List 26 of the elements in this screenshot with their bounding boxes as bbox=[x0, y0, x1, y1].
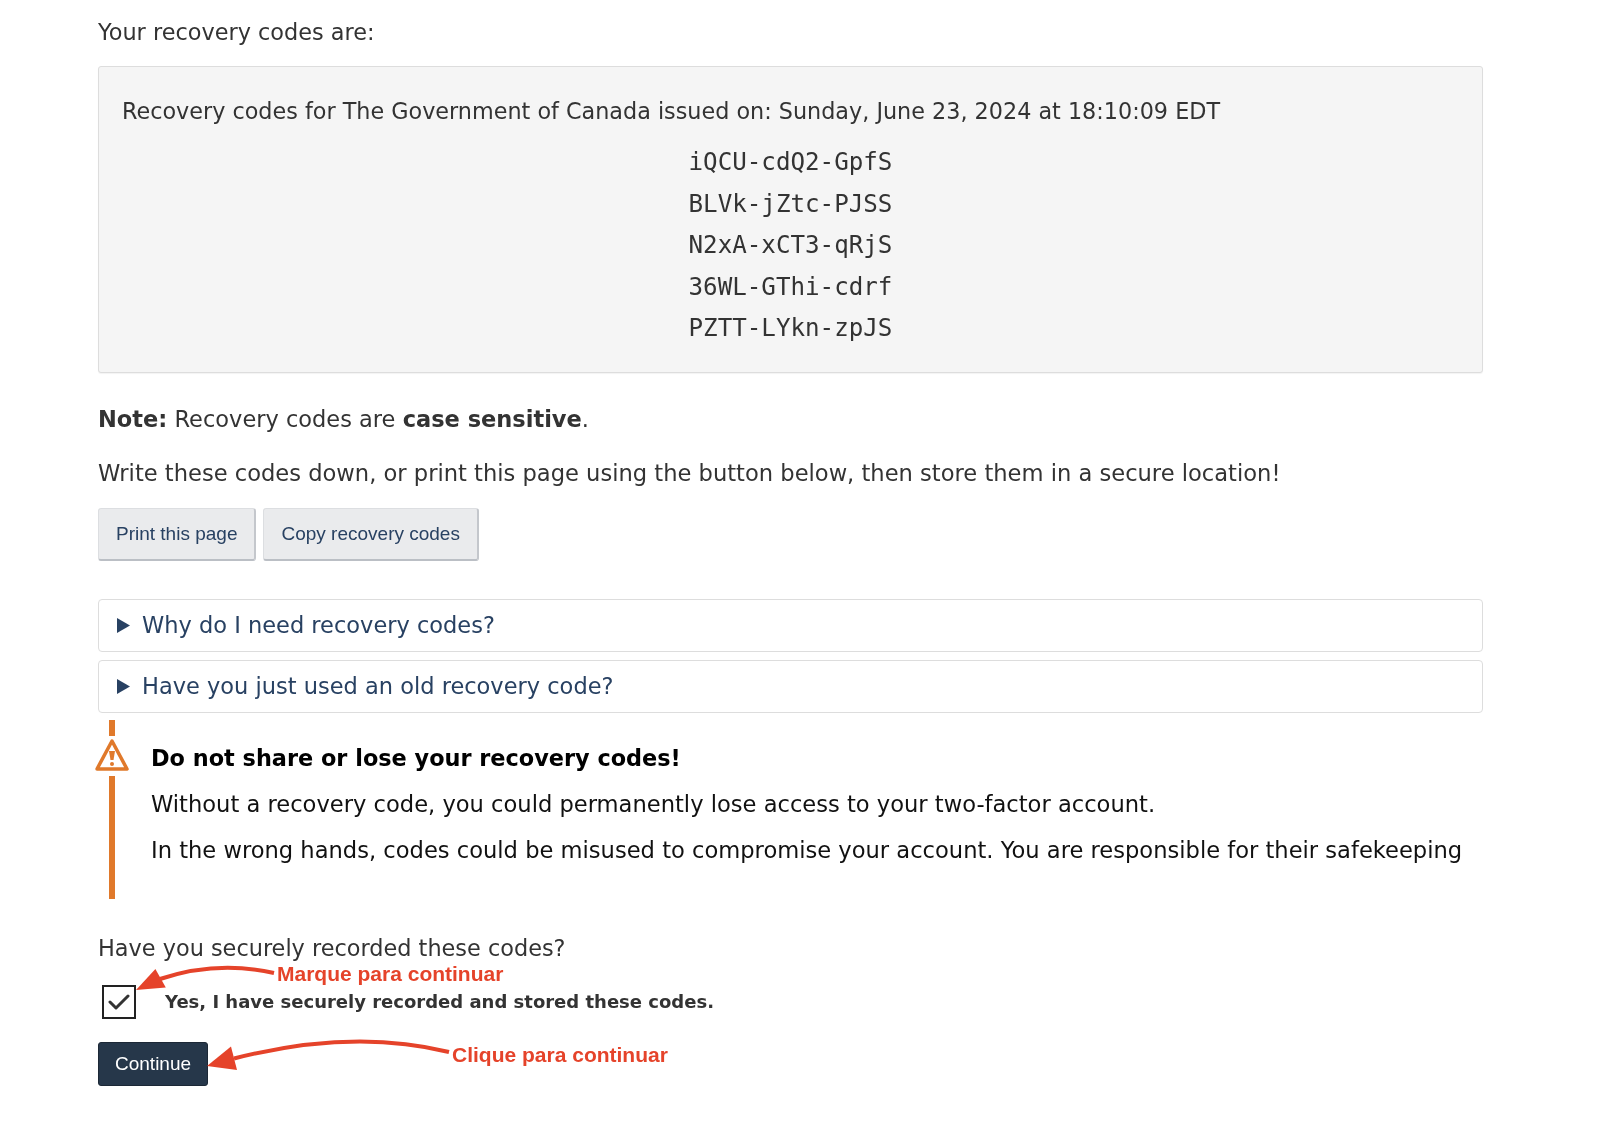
question-text: Have you securely recorded these codes? bbox=[98, 933, 567, 963]
disclosure-toggle[interactable]: Have you just used an old recovery code? bbox=[98, 659, 1483, 713]
intro-text: Your recovery codes are: bbox=[98, 18, 376, 46]
warning-icon bbox=[94, 737, 130, 772]
note-text: Note: Recovery codes are case sensitive. bbox=[98, 404, 590, 434]
caret-icon bbox=[117, 617, 130, 633]
recovery-code: iQCU-cdQ2-GpfS bbox=[688, 147, 893, 178]
checkbox[interactable] bbox=[102, 984, 136, 1019]
continue-button[interactable]: Continue bbox=[98, 1041, 209, 1086]
disclosure-toggle[interactable]: Why do I need recovery codes? bbox=[98, 598, 1483, 652]
caret-icon bbox=[117, 678, 130, 694]
copy-button[interactable]: Copy recovery codes bbox=[263, 507, 479, 561]
annotation-text: Marque para continuar bbox=[277, 962, 504, 986]
recovery-code: N2xA-xCT3-qRjS bbox=[688, 230, 893, 261]
checkbox-label: Yes, I have securely recorded and stored these codes. bbox=[165, 991, 714, 1012]
annotation-text: Clique para continuar bbox=[452, 1043, 668, 1067]
recovery-code: PZTT-LYkn-zpJS bbox=[688, 313, 893, 344]
recovery-code: BLVk-jZtc-PJSS bbox=[688, 188, 893, 220]
checkmark-icon bbox=[108, 992, 130, 1011]
recovery-code: 36WL-GThi-cdrf bbox=[688, 271, 893, 303]
warning-text: Without a recovery code, you could permanently lose access to your two-factor account. bbox=[151, 789, 1157, 819]
codes-heading: Recovery codes for The Government of Canada issued on: Sunday, June 23, 2024 at 18:10:09 EDT bbox=[122, 97, 1222, 125]
warning-title: Do not share or lose your recovery codes! bbox=[151, 743, 682, 773]
print-button[interactable]: Print this page bbox=[98, 507, 257, 561]
instruction-text: Write these codes down, or print this page using the button below, then store them in a secure location! bbox=[98, 458, 1282, 488]
warning-text: In the wrong hands, codes could be misused to compromise your account. You are responsible for their safekeeping bbox=[151, 835, 1463, 865]
